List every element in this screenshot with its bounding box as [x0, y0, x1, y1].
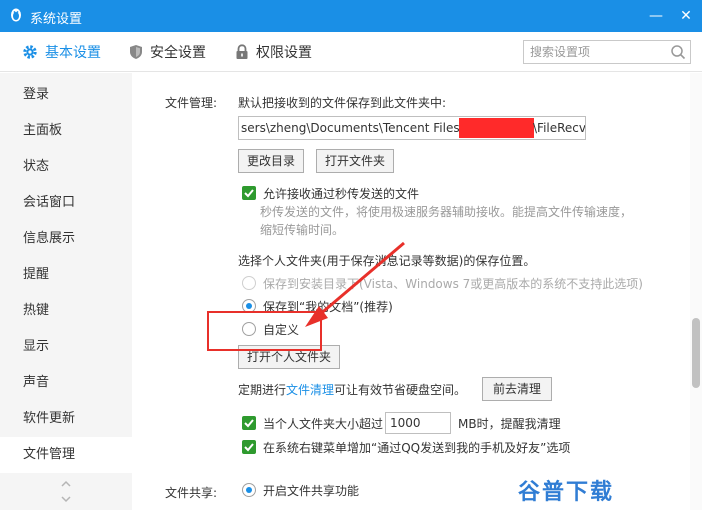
allow-instant-transfer-checkbox[interactable] — [242, 186, 256, 200]
radio-install-dir[interactable] — [242, 276, 256, 290]
enable-sharing-label: 开启文件共享功能 — [263, 484, 360, 498]
file-management-section-label: 文件管理: — [165, 96, 218, 110]
search-input[interactable] — [530, 44, 670, 60]
sidebar-item-info-display[interactable]: 信息展示 — [0, 221, 132, 257]
file-sharing-section-label: 文件共享: — [165, 486, 218, 500]
save-location-label: 默认把接收到的文件保存到此文件夹中: — [238, 96, 447, 110]
tab-permission-settings[interactable]: 权限设置 — [235, 32, 312, 72]
change-directory-button[interactable]: 更改目录 — [238, 149, 304, 173]
content-scrollbar-thumb[interactable] — [692, 318, 700, 388]
sidebar-item-status[interactable]: 状态 — [0, 149, 132, 185]
minimize-button[interactable]: — — [646, 6, 666, 26]
check-icon — [244, 189, 254, 198]
tab-label: 安全设置 — [150, 45, 206, 61]
save-path-field[interactable]: sers\zheng\Documents\Tencent Files\ \Fil… — [238, 116, 586, 140]
sidebar-item-login[interactable]: 登录 — [0, 77, 132, 113]
tab-security-settings[interactable]: 安全设置 — [129, 32, 206, 72]
file-cleanup-link[interactable]: 文件清理 — [286, 383, 334, 397]
sidebar-item-reminders[interactable]: 提醒 — [0, 257, 132, 293]
radio-install-dir-label: 保存到安装目录下(Vista、Windows 7或更高版本的系统不支持此选项) — [263, 277, 643, 291]
sidebar-item-hotkeys[interactable]: 热键 — [0, 293, 132, 329]
lock-icon — [236, 44, 248, 59]
settings-sidebar: 登录 主面板 状态 会话窗口 信息展示 提醒 热键 显示 声音 软件更新 文件管… — [0, 73, 132, 510]
sidebar-item-sound[interactable]: 声音 — [0, 365, 132, 401]
sidebar-item-chat-window[interactable]: 会话窗口 — [0, 185, 132, 221]
instant-transfer-hint: 秒传发送的文件，将使用极速服务器辅助接收。能提高文件传输速度，缩短传输时间。 — [260, 205, 633, 237]
check-icon — [244, 443, 254, 452]
context-menu-label: 在系统右键菜单增加“通过QQ发送到我的手机及好友”选项 — [263, 441, 571, 455]
content-scrollbar-track[interactable] — [690, 73, 702, 510]
cleanup-prefix: 定期进行 — [238, 383, 287, 397]
shield-icon — [130, 45, 142, 59]
go-cleanup-button[interactable]: 前去清理 — [482, 377, 552, 401]
sidebar-item-file-management[interactable]: 文件管理 — [0, 437, 132, 473]
path-prefix-text: sers\zheng\Documents\Tencent Files\ — [241, 121, 464, 135]
open-folder-button[interactable]: 打开文件夹 — [316, 149, 394, 173]
radio-enable-sharing[interactable] — [242, 483, 256, 497]
scroll-up-chevron-icon[interactable] — [60, 479, 72, 489]
path-suffix-text: \FileRecv\ — [533, 121, 586, 135]
search-icon[interactable] — [670, 44, 686, 60]
tab-label: 基本设置 — [45, 45, 101, 61]
allow-instant-transfer-label: 允许接收通过秒传发送的文件 — [263, 187, 420, 201]
cleanup-text: 定期进行文件清理可让有效节省硬盘空间。 — [238, 381, 466, 398]
sidebar-item-software-update[interactable]: 软件更新 — [0, 401, 132, 437]
gear-icon — [23, 45, 37, 59]
tab-basic-settings[interactable]: 基本设置 — [22, 32, 101, 72]
context-menu-checkbox[interactable] — [242, 440, 256, 454]
annotation-highlight-box — [207, 311, 322, 351]
settings-search[interactable] — [523, 40, 691, 64]
sidebar-item-display[interactable]: 显示 — [0, 329, 132, 365]
title-bar: 系统设置 — ✕ — [0, 0, 702, 32]
redacted-username — [459, 118, 534, 138]
close-button[interactable]: ✕ — [676, 6, 696, 26]
check-icon — [244, 419, 254, 428]
window-title: 系统设置 — [30, 12, 83, 27]
size-reminder-suffix: MB时，提醒我清理 — [458, 417, 561, 431]
sidebar-item-main-panel[interactable]: 主面板 — [0, 113, 132, 149]
settings-tabs: 基本设置 安全设置 权限设置 — [0, 32, 702, 72]
tab-label: 权限设置 — [256, 45, 312, 61]
app-penguin-icon — [11, 8, 21, 22]
watermark-logo: 谷普下载 — [518, 480, 615, 505]
settings-content: 文件管理: 默认把接收到的文件保存到此文件夹中: sers\zheng\Docu… — [132, 73, 702, 510]
folder-size-limit-input[interactable]: 1000 — [385, 412, 451, 434]
size-reminder-checkbox[interactable] — [242, 416, 256, 430]
size-reminder-prefix: 当个人文件夹大小超过 — [263, 417, 384, 431]
scroll-down-chevron-icon[interactable] — [60, 494, 72, 504]
cleanup-suffix: 可让有效节省硬盘空间。 — [334, 383, 467, 397]
personal-folder-label: 选择个人文件夹(用于保存消息记录等数据)的保存位置。 — [238, 254, 536, 268]
